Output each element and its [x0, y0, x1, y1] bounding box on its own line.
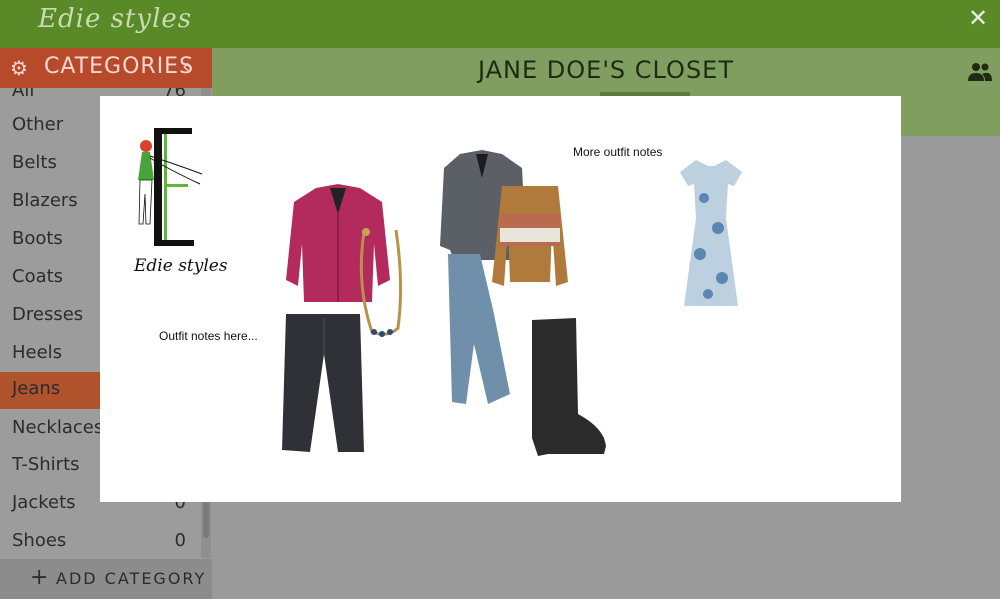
outfit-notes-right[interactable]: More outfit notes	[573, 145, 662, 159]
black-boot-item[interactable]	[526, 318, 606, 458]
close-icon[interactable]: ✕	[964, 4, 992, 32]
sidebar-item-label: Jeans	[12, 378, 61, 399]
brand-logo: Edie styles	[38, 4, 193, 34]
page-title: JANE DOE'S CLOSET	[477, 56, 735, 84]
sidebar-item-label: Blazers	[12, 190, 78, 211]
people-icon[interactable]	[968, 62, 992, 82]
floral-dress-item[interactable]	[678, 158, 744, 308]
gear-icon[interactable]: ⚙	[10, 56, 28, 80]
sidebar-item-count: 0	[174, 530, 186, 551]
sidebar-item-label: Shoes	[12, 530, 67, 551]
sidebar-item-label: All	[12, 88, 35, 101]
add-category-label: ADD CATEGORY	[56, 569, 207, 588]
sidebar-item-label: Dresses	[12, 304, 84, 325]
sidebar-item-label: Other	[12, 114, 64, 135]
chevron-left-icon[interactable]: ‹	[182, 54, 190, 78]
sidebar-item-shoes[interactable]: Shoes 0	[0, 524, 200, 558]
categories-title: CATEGORIES	[44, 54, 195, 79]
plus-icon: +	[30, 565, 51, 590]
top-bar: Edie styles ✕	[0, 0, 1000, 48]
categories-header: ⚙ CATEGORIES ‹	[0, 48, 212, 88]
add-category-button[interactable]: + ADD CATEGORY	[0, 559, 212, 599]
logo-text: Edie styles	[134, 256, 228, 276]
dark-jeans-item[interactable]	[280, 314, 366, 454]
sidebar-item-label: Necklaces	[12, 417, 104, 438]
sidebar-item-label: Belts	[12, 152, 57, 173]
outfit-modal: Edie styles Outfit notes here... More ou…	[100, 96, 901, 502]
sidebar-item-label: Boots	[12, 228, 63, 249]
sidebar-item-label: Coats	[12, 266, 64, 287]
sidebar-item-label: Heels	[12, 342, 63, 363]
sidebar-item-label: Jackets	[12, 492, 76, 513]
sidebar-item-label: T-Shirts	[12, 454, 80, 475]
outfit-notes-left[interactable]: Outfit notes here...	[159, 329, 258, 343]
edie-styles-logo	[138, 128, 203, 246]
light-jeans-item[interactable]	[444, 254, 512, 406]
